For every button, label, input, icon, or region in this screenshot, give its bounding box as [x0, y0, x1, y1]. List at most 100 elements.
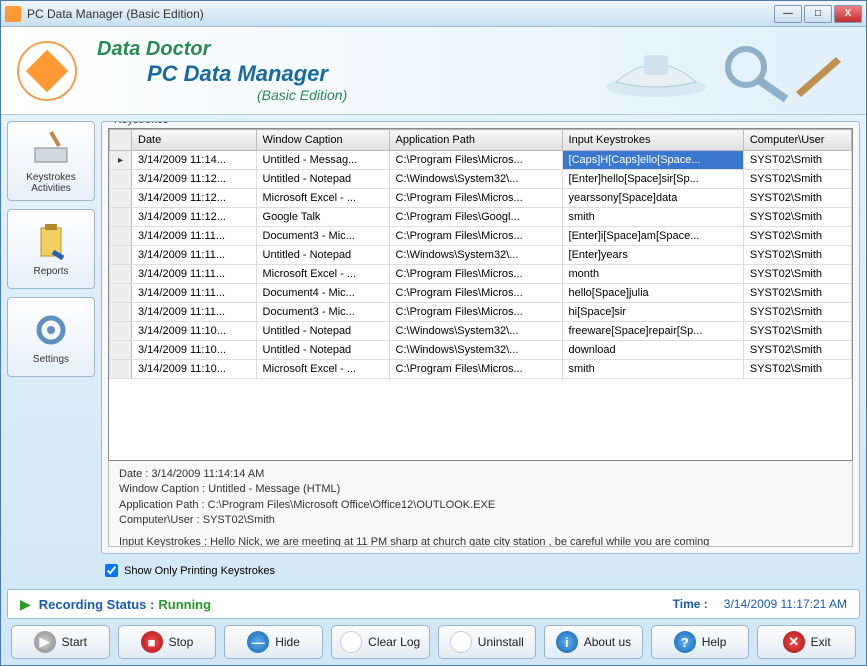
cell-keys[interactable]: smith	[562, 360, 743, 379]
exit-button[interactable]: ✕Exit	[757, 625, 856, 659]
table-row[interactable]: 3/14/2009 11:12...Microsoft Excel - ...C…	[110, 189, 852, 208]
row-header[interactable]	[110, 151, 132, 170]
cell-keys[interactable]: [Enter]years	[562, 246, 743, 265]
row-header[interactable]	[110, 265, 132, 284]
hide-button[interactable]: —Hide	[224, 625, 323, 659]
cell-keys[interactable]: smith	[562, 208, 743, 227]
cell-date[interactable]: 3/14/2009 11:11...	[132, 227, 257, 246]
cell-caption[interactable]: Untitled - Notepad	[256, 246, 389, 265]
cell-date[interactable]: 3/14/2009 11:11...	[132, 246, 257, 265]
cell-path[interactable]: C:\Program Files\Micros...	[389, 360, 562, 379]
cell-keys[interactable]: [Enter]hello[Space]sir[Sp...	[562, 170, 743, 189]
table-row[interactable]: 3/14/2009 11:11...Document3 - Mic...C:\P…	[110, 227, 852, 246]
cell-user[interactable]: SYST02\Smith	[743, 341, 851, 360]
row-header[interactable]	[110, 189, 132, 208]
row-header[interactable]	[110, 360, 132, 379]
cell-caption[interactable]: Untitled - Notepad	[256, 341, 389, 360]
cell-path[interactable]: C:\Program Files\Micros...	[389, 151, 562, 170]
column-header[interactable]: Date	[132, 130, 257, 151]
table-row[interactable]: 3/14/2009 11:10...Microsoft Excel - ...C…	[110, 360, 852, 379]
cell-date[interactable]: 3/14/2009 11:12...	[132, 208, 257, 227]
cell-user[interactable]: SYST02\Smith	[743, 360, 851, 379]
cell-date[interactable]: 3/14/2009 11:10...	[132, 322, 257, 341]
start-button[interactable]: ▶Start	[11, 625, 110, 659]
table-row[interactable]: 3/14/2009 11:12...Google TalkC:\Program …	[110, 208, 852, 227]
cell-caption[interactable]: Untitled - Notepad	[256, 170, 389, 189]
cell-user[interactable]: SYST02\Smith	[743, 189, 851, 208]
cell-user[interactable]: SYST02\Smith	[743, 208, 851, 227]
row-header[interactable]	[110, 322, 132, 341]
column-header[interactable]: Application Path	[389, 130, 562, 151]
show-only-printing-checkbox[interactable]	[105, 564, 118, 577]
table-row[interactable]: 3/14/2009 11:12...Untitled - NotepadC:\W…	[110, 170, 852, 189]
cell-user[interactable]: SYST02\Smith	[743, 265, 851, 284]
cell-path[interactable]: C:\Windows\System32\...	[389, 341, 562, 360]
cell-date[interactable]: 3/14/2009 11:14...	[132, 151, 257, 170]
stop-button[interactable]: ■Stop	[118, 625, 217, 659]
cell-user[interactable]: SYST02\Smith	[743, 284, 851, 303]
cell-keys[interactable]: month	[562, 265, 743, 284]
row-header[interactable]	[110, 284, 132, 303]
cell-user[interactable]: SYST02\Smith	[743, 151, 851, 170]
cell-keys[interactable]: hello[Space]julia	[562, 284, 743, 303]
column-header[interactable]: Input Keystrokes	[562, 130, 743, 151]
table-row[interactable]: 3/14/2009 11:11...Untitled - NotepadC:\W…	[110, 246, 852, 265]
cell-date[interactable]: 3/14/2009 11:10...	[132, 360, 257, 379]
table-row[interactable]: 3/14/2009 11:10...Untitled - NotepadC:\W…	[110, 322, 852, 341]
cell-caption[interactable]: Document3 - Mic...	[256, 303, 389, 322]
cell-caption[interactable]: Untitled - Messag...	[256, 151, 389, 170]
cell-user[interactable]: SYST02\Smith	[743, 303, 851, 322]
cell-path[interactable]: C:\Windows\System32\...	[389, 246, 562, 265]
cell-user[interactable]: SYST02\Smith	[743, 246, 851, 265]
cell-caption[interactable]: Document3 - Mic...	[256, 227, 389, 246]
close-button[interactable]: X	[834, 5, 862, 23]
cell-caption[interactable]: Document4 - Mic...	[256, 284, 389, 303]
cell-caption[interactable]: Untitled - Notepad	[256, 322, 389, 341]
cell-keys[interactable]: hi[Space]sir	[562, 303, 743, 322]
sidebar-item-keystrokes[interactable]: Keystrokes Activities	[7, 121, 95, 201]
cell-path[interactable]: C:\Program Files\Micros...	[389, 227, 562, 246]
cell-date[interactable]: 3/14/2009 11:12...	[132, 189, 257, 208]
cell-caption[interactable]: Microsoft Excel - ...	[256, 265, 389, 284]
minimize-button[interactable]: —	[774, 5, 802, 23]
uninstall-button[interactable]: 🗑Uninstall	[438, 625, 537, 659]
cell-caption[interactable]: Microsoft Excel - ...	[256, 189, 389, 208]
help-button[interactable]: ?Help	[651, 625, 750, 659]
cell-path[interactable]: C:\Program Files\Micros...	[389, 303, 562, 322]
cell-path[interactable]: C:\Program Files\Googl...	[389, 208, 562, 227]
row-header[interactable]	[110, 208, 132, 227]
cell-path[interactable]: C:\Program Files\Micros...	[389, 189, 562, 208]
maximize-button[interactable]: □	[804, 5, 832, 23]
table-row[interactable]: 3/14/2009 11:14...Untitled - Messag...C:…	[110, 151, 852, 170]
cell-keys[interactable]: yearssony[Space]data	[562, 189, 743, 208]
row-header[interactable]	[110, 341, 132, 360]
cell-user[interactable]: SYST02\Smith	[743, 170, 851, 189]
cell-path[interactable]: C:\Program Files\Micros...	[389, 284, 562, 303]
cell-date[interactable]: 3/14/2009 11:11...	[132, 303, 257, 322]
column-header[interactable]: Computer\User	[743, 130, 851, 151]
cell-keys[interactable]: [Enter]i[Space]am[Space...	[562, 227, 743, 246]
cell-user[interactable]: SYST02\Smith	[743, 227, 851, 246]
column-header[interactable]	[110, 130, 132, 151]
table-row[interactable]: 3/14/2009 11:11...Document3 - Mic...C:\P…	[110, 303, 852, 322]
table-row[interactable]: 3/14/2009 11:10...Untitled - NotepadC:\W…	[110, 341, 852, 360]
sidebar-item-settings[interactable]: Settings	[7, 297, 95, 377]
table-row[interactable]: 3/14/2009 11:11...Microsoft Excel - ...C…	[110, 265, 852, 284]
keystrokes-grid[interactable]: DateWindow CaptionApplication PathInput …	[108, 128, 853, 461]
row-header[interactable]	[110, 246, 132, 265]
about-button[interactable]: iAbout us	[544, 625, 643, 659]
cell-caption[interactable]: Microsoft Excel - ...	[256, 360, 389, 379]
cell-keys[interactable]: download	[562, 341, 743, 360]
cell-date[interactable]: 3/14/2009 11:11...	[132, 265, 257, 284]
cell-date[interactable]: 3/14/2009 11:10...	[132, 341, 257, 360]
cell-date[interactable]: 3/14/2009 11:12...	[132, 170, 257, 189]
cell-user[interactable]: SYST02\Smith	[743, 322, 851, 341]
cell-path[interactable]: C:\Program Files\Micros...	[389, 265, 562, 284]
sidebar-item-reports[interactable]: Reports	[7, 209, 95, 289]
cell-keys[interactable]: freeware[Space]repair[Sp...	[562, 322, 743, 341]
cell-path[interactable]: C:\Windows\System32\...	[389, 322, 562, 341]
column-header[interactable]: Window Caption	[256, 130, 389, 151]
clear-log-button[interactable]: ◧Clear Log	[331, 625, 430, 659]
row-header[interactable]	[110, 170, 132, 189]
cell-caption[interactable]: Google Talk	[256, 208, 389, 227]
